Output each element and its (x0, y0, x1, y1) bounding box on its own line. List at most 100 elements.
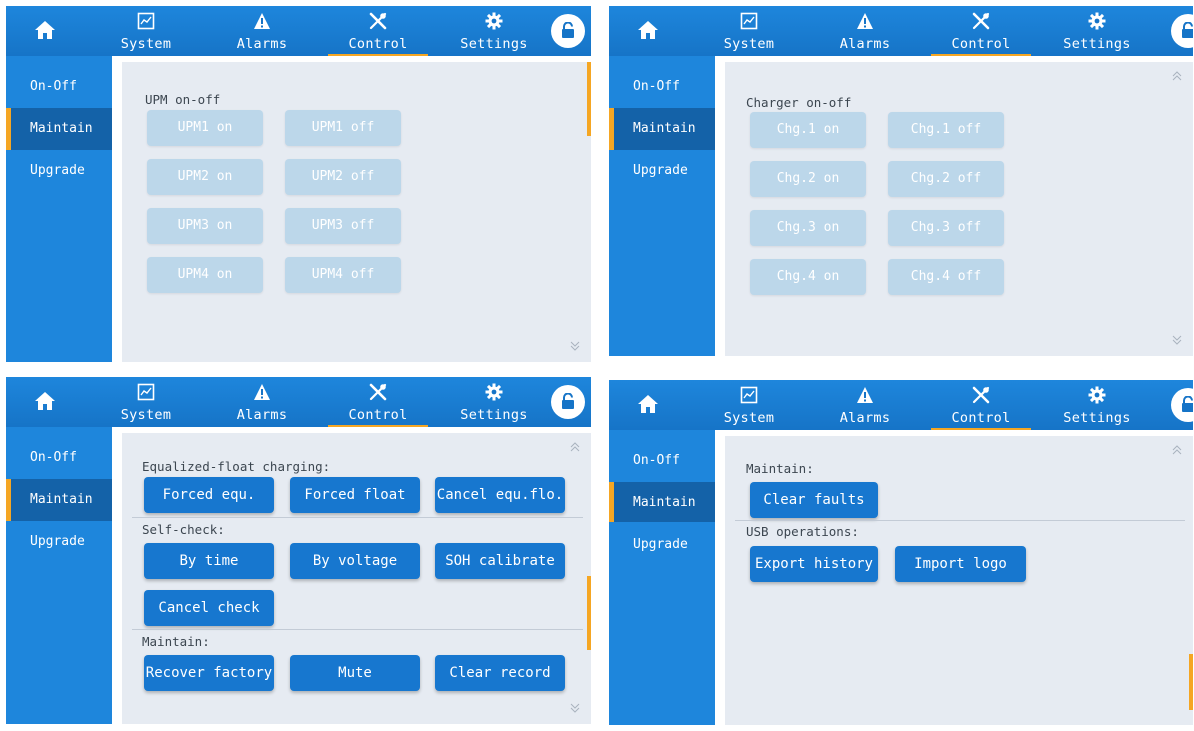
tab-settings[interactable]: Settings (436, 6, 552, 56)
screen-upm-on-off: System Alarms Control Settings On-Off Ma… (6, 6, 591, 362)
home-icon[interactable] (637, 394, 659, 414)
lock-button[interactable] (1171, 388, 1193, 422)
section-title: UPM on-off (145, 92, 221, 107)
cancel-check-button[interactable]: Cancel check (144, 590, 274, 626)
sidebar: On-Off Maintain Upgrade (6, 56, 112, 362)
lock-button[interactable] (1171, 14, 1193, 48)
tab-settings-label: Settings (460, 36, 528, 52)
home-icon[interactable] (637, 20, 659, 40)
tab-control[interactable]: Control (320, 6, 436, 56)
gear-icon (1088, 386, 1106, 404)
sidebar-item-upgrade[interactable]: Upgrade (609, 524, 715, 566)
lock-icon (561, 22, 575, 39)
divider (132, 629, 583, 630)
upm1-on-button[interactable]: UPM1 on (147, 110, 263, 146)
warning-icon (253, 383, 271, 401)
export-history-button[interactable]: Export history (750, 546, 878, 582)
tab-settings[interactable]: Settings (436, 377, 552, 427)
sidebar-item-on-off[interactable]: On-Off (6, 66, 112, 108)
section-title-maintain: Maintain: (142, 634, 210, 649)
tab-system[interactable]: System (88, 377, 204, 427)
by-voltage-button[interactable]: By voltage (290, 543, 420, 579)
scroll-up-icon[interactable] (1171, 70, 1183, 82)
scroll-up-icon[interactable] (569, 441, 581, 453)
tools-icon (972, 386, 990, 404)
section-title: Charger on-off (746, 95, 852, 110)
chg4-on-button[interactable]: Chg.4 on (750, 259, 866, 295)
section-title-usb: USB operations: (746, 524, 859, 539)
lock-icon (1181, 22, 1193, 39)
upm2-off-button[interactable]: UPM2 off (285, 159, 401, 195)
lock-button[interactable] (551, 14, 585, 48)
tools-icon (972, 12, 990, 30)
scroll-indicator (1189, 654, 1193, 710)
tab-control[interactable]: Control (320, 377, 436, 427)
content-area: UPM on-off UPM1 on UPM1 off UPM2 on UPM2… (122, 62, 591, 362)
section-title-equ-float: Equalized-float charging: (142, 459, 331, 474)
tab-system-label: System (723, 36, 775, 52)
by-time-button[interactable]: By time (144, 543, 274, 579)
mute-button[interactable]: Mute (290, 655, 420, 691)
upm1-off-button[interactable]: UPM1 off (285, 110, 401, 146)
chg1-off-button[interactable]: Chg.1 off (888, 112, 1004, 148)
chg3-off-button[interactable]: Chg.3 off (888, 210, 1004, 246)
tab-settings[interactable]: Settings (1039, 380, 1155, 430)
chg2-off-button[interactable]: Chg.2 off (888, 161, 1004, 197)
tab-alarms[interactable]: Alarms (807, 380, 923, 430)
tab-control-label: Control (320, 407, 436, 427)
sidebar-item-on-off[interactable]: On-Off (6, 437, 112, 479)
sidebar-item-upgrade[interactable]: Upgrade (609, 150, 715, 192)
divider (132, 517, 583, 518)
sidebar-item-maintain[interactable]: Maintain (609, 108, 715, 150)
upm3-off-button[interactable]: UPM3 off (285, 208, 401, 244)
sidebar-item-on-off[interactable]: On-Off (609, 66, 715, 108)
chg1-on-button[interactable]: Chg.1 on (750, 112, 866, 148)
tab-alarms[interactable]: Alarms (807, 6, 923, 56)
lock-icon (561, 393, 575, 410)
soh-calibrate-button[interactable]: SOH calibrate (435, 543, 565, 579)
clear-record-button[interactable]: Clear record (435, 655, 565, 691)
upm4-off-button[interactable]: UPM4 off (285, 257, 401, 293)
sidebar-item-maintain[interactable]: Maintain (609, 482, 715, 522)
scroll-indicator (587, 62, 591, 136)
tab-control[interactable]: Control (923, 6, 1039, 56)
tab-alarms-label: Alarms (236, 407, 288, 423)
home-icon[interactable] (34, 391, 56, 411)
scroll-down-icon[interactable] (1171, 334, 1183, 346)
scroll-down-icon[interactable] (569, 340, 581, 352)
upm4-on-button[interactable]: UPM4 on (147, 257, 263, 293)
clear-faults-button[interactable]: Clear faults (750, 482, 878, 518)
tab-alarms-label: Alarms (236, 36, 288, 52)
recover-factory-button[interactable]: Recover factory (144, 655, 274, 691)
lock-button[interactable] (551, 385, 585, 419)
import-logo-button[interactable]: Import logo (895, 546, 1026, 582)
tab-system[interactable]: System (691, 380, 807, 430)
sidebar-item-on-off[interactable]: On-Off (609, 440, 715, 482)
forced-float-button[interactable]: Forced float (290, 477, 420, 513)
tab-control[interactable]: Control (923, 380, 1039, 430)
tab-settings[interactable]: Settings (1039, 6, 1155, 56)
tab-alarms[interactable]: Alarms (204, 377, 320, 427)
tab-system[interactable]: System (88, 6, 204, 56)
sidebar-item-upgrade[interactable]: Upgrade (6, 150, 112, 192)
sidebar: On-Off Maintain Upgrade (609, 430, 715, 725)
tab-system-label: System (120, 407, 172, 423)
chg2-on-button[interactable]: Chg.2 on (750, 161, 866, 197)
cancel-equ-flo-button[interactable]: Cancel equ.flo. (435, 477, 565, 513)
forced-equ-button[interactable]: Forced equ. (144, 477, 274, 513)
sidebar-item-maintain[interactable]: Maintain (6, 108, 112, 150)
upm2-on-button[interactable]: UPM2 on (147, 159, 263, 195)
scroll-down-icon[interactable] (569, 702, 581, 714)
sidebar-item-maintain[interactable]: Maintain (6, 479, 112, 521)
section-title-self-check: Self-check: (142, 522, 225, 537)
upm3-on-button[interactable]: UPM3 on (147, 208, 263, 244)
tab-alarms[interactable]: Alarms (204, 6, 320, 56)
screen-maintain-usb: System Alarms Control Settings On-Off Ma… (609, 380, 1193, 725)
lock-icon (1181, 396, 1193, 413)
sidebar-item-upgrade[interactable]: Upgrade (6, 521, 112, 563)
home-icon[interactable] (34, 20, 56, 40)
scroll-up-icon[interactable] (1171, 444, 1183, 456)
tab-system[interactable]: System (691, 6, 807, 56)
chg3-on-button[interactable]: Chg.3 on (750, 210, 866, 246)
chg4-off-button[interactable]: Chg.4 off (888, 259, 1004, 295)
